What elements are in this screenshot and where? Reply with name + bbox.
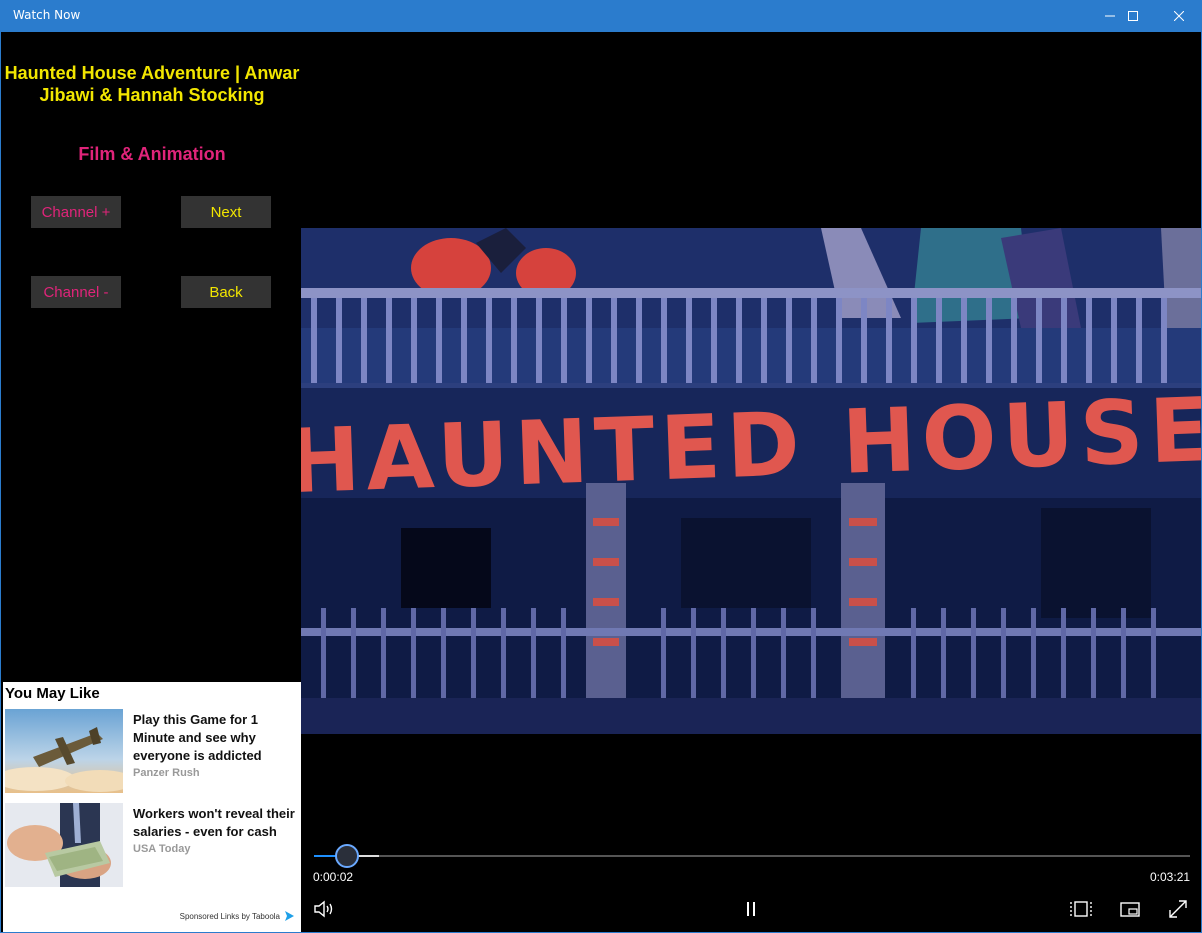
maximize-button[interactable] <box>1110 0 1156 32</box>
maximize-icon <box>1128 11 1138 21</box>
seek-bar[interactable] <box>314 855 1190 857</box>
cast-button[interactable] <box>1117 896 1143 922</box>
ad-source: USA Today <box>133 843 191 855</box>
volume-button[interactable] <box>312 896 338 922</box>
video-frame[interactable]: HAUNTED HOUSE <box>301 228 1201 734</box>
sponsored-links[interactable]: Sponsored Links by Taboola <box>180 910 295 922</box>
cast-icon <box>1120 902 1140 917</box>
current-time: 0:00:02 <box>313 870 354 884</box>
video-category: Film & Animation <box>78 144 226 164</box>
ad-source: Panzer Rush <box>133 767 200 779</box>
window-title: Watch Now <box>13 8 81 22</box>
title-bar: Watch Now <box>0 0 1202 32</box>
recommendations-heading: You May Like <box>5 685 100 702</box>
back-button[interactable]: Back <box>181 276 271 308</box>
seek-handle[interactable] <box>334 844 359 868</box>
volume-icon <box>314 900 333 918</box>
taboola-icon <box>285 911 294 921</box>
video-frame-image: HAUNTED HOUSE <box>301 228 1201 734</box>
channel-minus-button[interactable]: Channel - <box>31 276 121 308</box>
duration-time: 0:03:21 <box>1150 870 1191 884</box>
aspect-ratio-button[interactable] <box>1068 896 1094 922</box>
sponsored-label[interactable]: Sponsored Links by Taboola <box>180 912 280 921</box>
close-button[interactable] <box>1156 0 1202 32</box>
ad-item[interactable]: Workers won't reveal their salaries - ev… <box>5 803 301 887</box>
channel-plus-button[interactable]: Channel + <box>31 196 121 228</box>
cash-hand-thumbnail-icon <box>5 803 123 887</box>
aspect-ratio-icon <box>1070 901 1092 917</box>
airplane-thumbnail-icon <box>5 709 123 793</box>
ad-title-text[interactable]: Play this Game for 1 Minute and see why … <box>133 712 262 763</box>
video-title: Haunted House Adventure | Anwar Jibawi &… <box>4 63 300 105</box>
next-button[interactable]: Next <box>181 196 271 228</box>
ad-title-text[interactable]: Workers won't reveal their salaries - ev… <box>133 806 295 839</box>
recommendations-panel: You May Like Play this Game for 1 Minute… <box>3 682 301 932</box>
fullscreen-icon <box>1169 900 1187 918</box>
app-window: Haunted House Adventure | Anwar Jibawi &… <box>0 32 1202 933</box>
ad-item[interactable]: Play this Game for 1 Minute and see why … <box>5 709 301 793</box>
close-icon <box>1174 11 1184 21</box>
ad-title[interactable]: Play this Game for 1 Minute and see why … <box>133 711 301 781</box>
fullscreen-button[interactable] <box>1165 896 1191 922</box>
pause-button[interactable] <box>738 896 764 922</box>
ad-title[interactable]: Workers won't reveal their salaries - ev… <box>133 805 301 857</box>
pause-icon <box>747 902 755 916</box>
